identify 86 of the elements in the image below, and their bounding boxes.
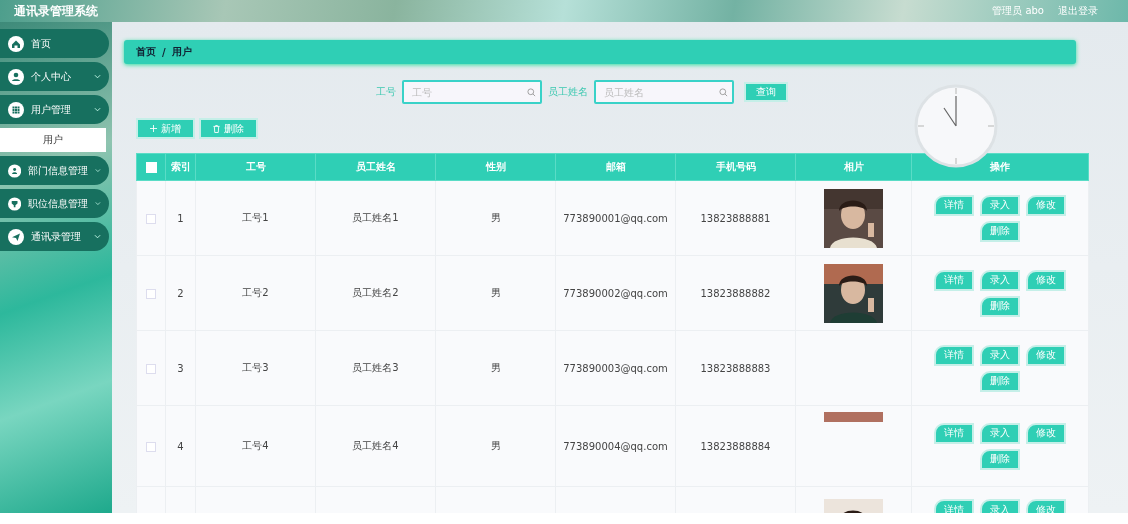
table-cell: 员工姓名2 <box>352 287 399 298</box>
sidebar-item[interactable]: 部门信息管理 <box>0 156 109 185</box>
table-cell: 2 <box>177 287 184 299</box>
chevron-down-icon <box>95 201 101 206</box>
table-cell: 773890001@qq.com <box>563 212 668 224</box>
select-all-checkbox[interactable] <box>145 161 157 173</box>
sidebar-item[interactable]: 首页 <box>0 29 109 58</box>
row-action-button[interactable]: 删除 <box>980 220 1020 242</box>
table-cell: 工号4 <box>242 440 269 451</box>
row-action-button[interactable]: 修改 <box>1026 344 1066 366</box>
chevron-down-icon <box>94 107 101 112</box>
table-cell: 男 <box>490 362 501 373</box>
table-cell: 员工姓名1 <box>352 212 399 223</box>
table-cell: 13823888883 <box>700 362 771 374</box>
sidebar-subitem[interactable]: 用户 <box>0 128 106 152</box>
column-header: 性别 <box>435 153 556 181</box>
row-action-button[interactable]: 详情 <box>934 499 974 513</box>
plus-icon <box>150 125 157 132</box>
breadcrumb-separator: / <box>162 46 166 58</box>
table-cell: 1 <box>177 212 184 224</box>
sidebar-item[interactable]: 用户管理 <box>0 95 109 124</box>
search-button[interactable]: 查询 <box>744 82 788 102</box>
table-cell: 员工姓名4 <box>352 440 399 451</box>
column-header: 工号 <box>195 153 316 181</box>
add-button[interactable]: 新增 <box>136 118 195 139</box>
column-header: 邮箱 <box>555 153 676 181</box>
column-header: 相片 <box>795 153 912 181</box>
row-action-button[interactable]: 详情 <box>934 194 974 216</box>
table-cell: 男 <box>490 287 501 298</box>
sidebar-item[interactable]: 个人中心 <box>0 62 109 91</box>
row-action-button[interactable]: 删除 <box>980 295 1020 317</box>
row-action-button[interactable]: 详情 <box>934 422 974 444</box>
row-action-button[interactable]: 录入 <box>980 344 1020 366</box>
table-cell: 工号1 <box>242 212 269 223</box>
row-checkbox[interactable] <box>146 213 156 224</box>
column-header: 索引 <box>165 153 196 181</box>
row-action-button[interactable]: 录入 <box>980 422 1020 444</box>
delete-button[interactable]: 删除 <box>199 118 258 139</box>
row-checkbox[interactable] <box>146 441 156 452</box>
row-action-button[interactable]: 修改 <box>1026 422 1066 444</box>
table-cell: 773890003@qq.com <box>563 362 668 374</box>
field-label: 员工姓名 <box>548 85 588 99</box>
chevron-down-icon <box>94 74 101 79</box>
breadcrumb-item[interactable]: 用户 <box>171 45 192 59</box>
user-label: 管理员 abo <box>992 4 1044 18</box>
column-header: 手机号码 <box>675 153 796 181</box>
table-cell: 工号2 <box>242 287 269 298</box>
table-cell: 13823888882 <box>700 287 771 299</box>
row-action-button[interactable]: 删除 <box>980 448 1020 470</box>
row-action-button[interactable]: 详情 <box>934 269 974 291</box>
app-title: 通讯录管理系统 <box>14 2 98 20</box>
table-cell: 工号3 <box>242 362 269 373</box>
table-cell: 男 <box>490 440 501 451</box>
logout-link[interactable]: 退出登录 <box>1058 4 1098 18</box>
home-icon <box>8 35 24 52</box>
sidebar-item[interactable]: 通讯录管理 <box>0 222 109 251</box>
table-cell: 13823888884 <box>700 440 771 452</box>
row-action-button[interactable]: 修改 <box>1026 194 1066 216</box>
row-action-button[interactable]: 录入 <box>980 194 1020 216</box>
table-cell: 773890004@qq.com <box>563 440 668 452</box>
table-cell: 3 <box>177 362 184 374</box>
search-icon <box>527 88 536 97</box>
chevron-down-icon <box>95 168 101 173</box>
column-header: 员工姓名 <box>315 153 436 181</box>
table-cell: 男 <box>490 212 501 223</box>
row-checkbox[interactable] <box>146 363 156 374</box>
user-icon <box>8 68 24 85</box>
row-action-button[interactable]: 录入 <box>980 269 1020 291</box>
table-cell: 员工姓名3 <box>352 362 399 373</box>
breadcrumb-item[interactable]: 首页 <box>136 45 156 59</box>
table-cell: 773890002@qq.com <box>563 287 668 299</box>
funnel-icon <box>8 195 22 212</box>
row-checkbox[interactable] <box>146 288 156 299</box>
row-action-button[interactable]: 详情 <box>934 344 974 366</box>
sidebar-item[interactable]: 职位信息管理 <box>0 189 109 218</box>
row-action-button[interactable]: 删除 <box>980 370 1020 392</box>
field-label: 工号 <box>376 85 396 99</box>
grid-icon <box>8 101 24 118</box>
paper-plane-icon <box>8 228 24 245</box>
trash-icon <box>213 124 220 133</box>
table-cell: 4 <box>177 440 184 452</box>
row-action-button[interactable]: 修改 <box>1026 269 1066 291</box>
table-cell: 13823888881 <box>700 212 771 224</box>
chevron-down-icon <box>94 234 101 239</box>
person-icon <box>8 162 22 179</box>
search-icon <box>719 88 728 97</box>
